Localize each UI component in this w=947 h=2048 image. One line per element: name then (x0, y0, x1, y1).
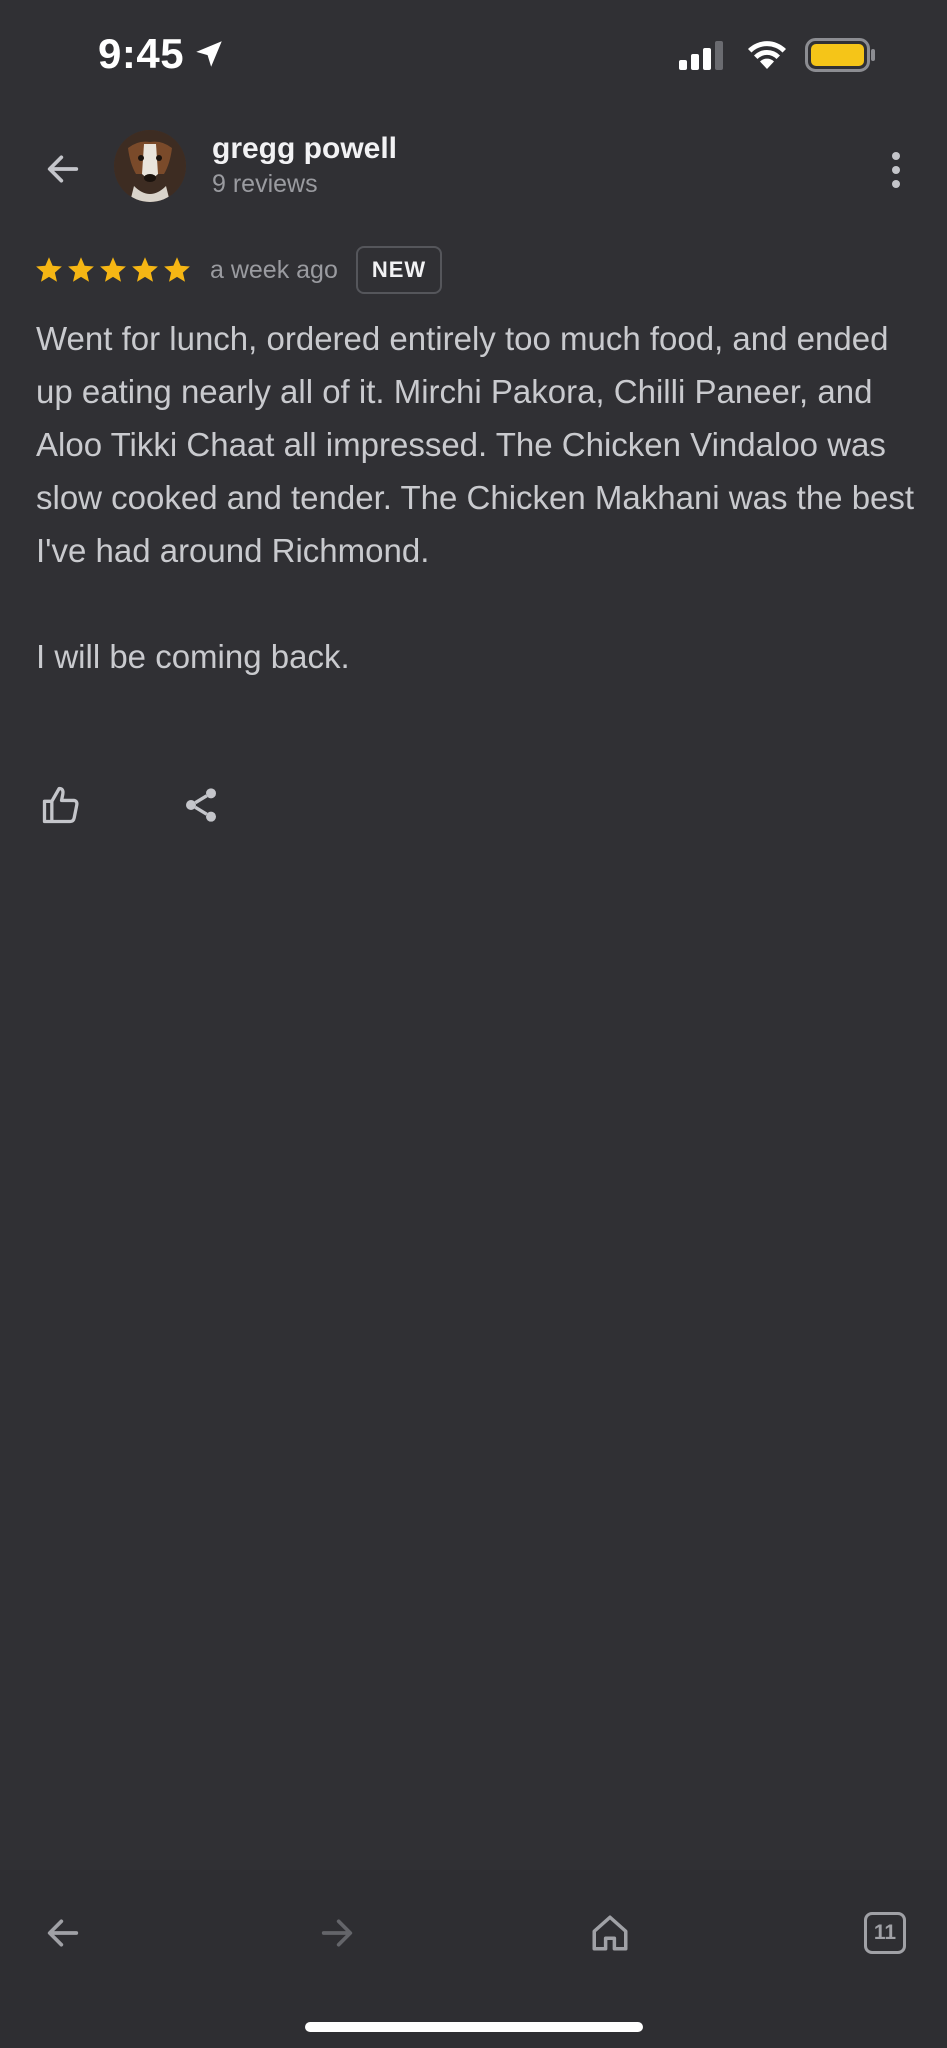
star-rating (34, 255, 192, 285)
location-arrow-icon (196, 41, 222, 67)
review-time-ago: a week ago (210, 255, 338, 284)
star-icon (132, 257, 158, 282)
star-icon (68, 257, 94, 282)
arrow-right-icon (321, 1919, 353, 1947)
share-icon (186, 788, 216, 822)
review-actions (36, 780, 226, 830)
status-icons (679, 38, 877, 72)
browser-back-button[interactable] (28, 1898, 98, 1968)
reviewer-name[interactable]: gregg powell (212, 132, 397, 166)
dog-photo (114, 130, 186, 202)
review-body: Went for lunch, ordered entirely too muc… (36, 312, 916, 736)
share-button[interactable] (176, 780, 226, 830)
status-time-group: 9:45 (98, 30, 226, 78)
browser-home-button[interactable] (575, 1898, 645, 1968)
tabs-button[interactable]: 11 (850, 1898, 920, 1968)
back-button[interactable] (38, 144, 88, 194)
status-time: 9:45 (98, 30, 185, 77)
review-detail-screen: 9:45 gregg powell 9 reviews a week ago N… (0, 0, 947, 2048)
avatar[interactable] (114, 130, 186, 202)
tabs-count: 11 (864, 1912, 906, 1954)
rating-row: a week ago NEW (34, 244, 443, 296)
home-icon (592, 1915, 628, 1951)
home-indicator[interactable] (305, 2022, 643, 2032)
star-icon (100, 257, 126, 282)
review-header: gregg powell 9 reviews (0, 120, 947, 220)
more-vertical-icon (892, 152, 900, 188)
like-button[interactable] (36, 780, 86, 830)
arrow-left-icon (47, 1919, 79, 1947)
arrow-left-icon (47, 155, 79, 183)
review-paragraph: Went for lunch, ordered entirely too muc… (36, 320, 915, 569)
battery-icon (805, 38, 875, 72)
reviewer-review-count: 9 reviews (212, 170, 318, 198)
star-icon (164, 257, 190, 282)
cellular-signal-icon (679, 41, 723, 70)
star-icon (36, 257, 62, 282)
thumbs-up-icon (42, 786, 79, 824)
wifi-icon (748, 41, 786, 69)
more-options-button[interactable] (871, 140, 921, 200)
new-badge: NEW (355, 246, 443, 294)
review-paragraph: I will be coming back. (36, 638, 350, 675)
browser-forward-button[interactable] (302, 1898, 372, 1968)
status-bar: 9:45 (0, 0, 947, 110)
